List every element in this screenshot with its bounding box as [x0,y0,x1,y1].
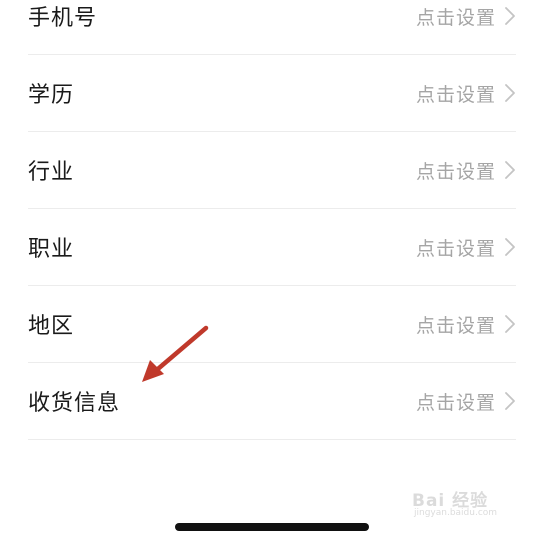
arrow-annotation-icon [142,325,209,382]
row-right: 点击设置 [416,80,516,107]
watermark-domain: jingyan.baidu.com [414,508,498,518]
settings-row-education[interactable]: 学历 点击设置 [28,55,516,132]
chevron-right-icon [505,238,515,256]
row-value: 点击设置 [415,237,496,260]
row-right: 点击设置 [416,157,516,184]
row-label: 行业 [28,160,75,185]
row-right: 点击设置 [416,311,516,338]
chevron-right-icon [505,84,515,102]
row-label: 地区 [28,314,75,339]
chevron-right-icon [505,392,515,410]
settings-row-shipping-info[interactable]: 收货信息 点击设置 [28,363,516,440]
row-label: 职业 [28,237,75,262]
row-value: 点击设置 [415,160,496,183]
row-value: 点击设置 [415,83,496,106]
home-indicator[interactable] [175,523,369,531]
row-value: 点击设置 [415,391,496,414]
row-right: 点击设置 [416,388,516,415]
row-label: 学历 [28,83,75,108]
row-label: 收货信息 [28,391,121,416]
settings-row-industry[interactable]: 行业 点击设置 [28,132,516,209]
row-value: 点击设置 [415,314,496,337]
settings-row-phone[interactable]: 手机号 点击设置 [28,0,516,55]
row-right: 点击设置 [416,234,516,261]
row-value: 点击设置 [415,6,496,29]
chevron-right-icon [505,161,515,179]
row-label: 手机号 [28,6,98,31]
chevron-right-icon [505,7,515,25]
screen: 手机号 点击设置 学历 点击设置 行业 点击设置 职业 点击设置 地区 点击设置… [0,0,542,542]
watermark-logo: Bai 经验 jingyan.baidu.com [408,484,518,524]
chevron-right-icon [505,315,515,333]
row-right: 点击设置 [416,3,516,30]
settings-row-region[interactable]: 地区 点击设置 [28,286,516,363]
settings-list: 手机号 点击设置 学历 点击设置 行业 点击设置 职业 点击设置 地区 点击设置… [0,0,542,440]
settings-row-occupation[interactable]: 职业 点击设置 [28,209,516,286]
